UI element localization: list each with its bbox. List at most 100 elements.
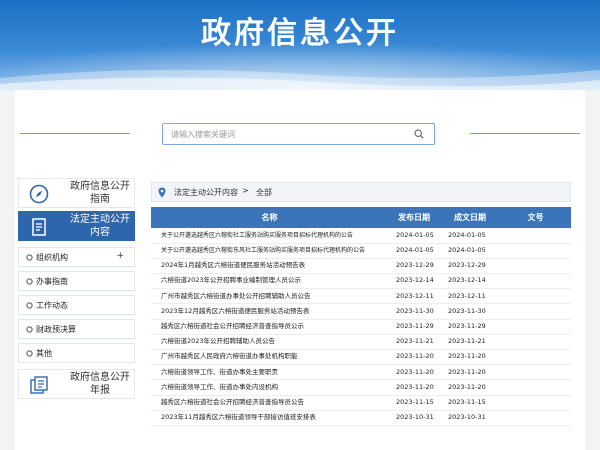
table-row[interactable]: 六榕街道2023年公开招聘辅助人员公告 2023-11-21 2023-11-21: [151, 334, 571, 351]
published-date: 2023-11-29: [388, 319, 440, 335]
search-icon[interactable]: [414, 129, 424, 139]
doc-title-link[interactable]: 越秀区六榕街道社会公开招聘经济普查指导员公告: [151, 395, 388, 411]
table-row[interactable]: 六榕街道领导工作、街道办事处内设机构 2023-11-20 2023-11-20: [151, 379, 571, 396]
submenu-item-other[interactable]: 其他: [18, 343, 135, 363]
breadcrumb-current: 全部: [256, 188, 272, 197]
published-date: 2023-12-29: [388, 258, 440, 275]
table-row[interactable]: 越秀区六榕街道社会公开招聘经济普查指导员公告 2023-11-15 2023-11-…: [151, 395, 571, 411]
doc-number: [500, 410, 571, 426]
submenu-item-label: 组织机构: [36, 253, 68, 262]
published-date: 2023-11-20: [388, 379, 440, 396]
doc-title-link[interactable]: 六榕街道2023年公开招聘事业编制管理人员公示: [151, 273, 388, 290]
sidebar-item-annual-report[interactable]: 政府信息公开年报: [18, 369, 135, 399]
doc-title-link[interactable]: 2023年12月越秀区六榕街道便民服务站活动预告表: [151, 303, 388, 320]
search-input[interactable]: [163, 124, 403, 144]
bullet-icon: [26, 350, 33, 357]
breadcrumb: 法定主动公开内容 > 全部: [151, 182, 571, 202]
sidebar-item-label: 政府信息公开年报: [70, 372, 130, 396]
page-title: 政府信息公开: [201, 16, 399, 51]
expand-icon[interactable]: +: [116, 251, 124, 261]
document-table: 名称 发布日期 成文日期 文号 关于公开遴选越秀区六榕街社工服务站购买服务项目招…: [151, 207, 571, 426]
doc-title-link[interactable]: 六榕街道2023年公开招聘辅助人员公告: [151, 334, 388, 351]
written-date: 2023-12-29: [440, 258, 500, 275]
doc-title-link[interactable]: 广州市越秀区人民政府六榕街道办事处机构职能: [151, 349, 388, 366]
table-row[interactable]: 广州市越秀区人民政府六榕街道办事处机构职能 2023-11-20 2023-11-2…: [151, 349, 571, 366]
main-content: 法定主动公开内容 > 全部 名称 发布日期 成文日期 文号 关于公开遴选越秀区六…: [151, 182, 571, 426]
written-date: 2023-11-30: [440, 303, 500, 320]
column-header-written: 成文日期: [440, 207, 500, 228]
written-date: 2024-01-05: [440, 243, 500, 259]
doc-number: [500, 395, 571, 411]
doc-title-link[interactable]: 越秀区六榕街道社会公开招聘经济普查指导员公示: [151, 319, 388, 335]
submenu-item-budget[interactable]: 财政预决算: [18, 319, 135, 339]
published-date: 2023-11-21: [388, 334, 440, 351]
doc-number: [500, 349, 571, 366]
location-pin-icon: [158, 187, 166, 198]
submenu-item-work-news[interactable]: 工作动态: [18, 295, 135, 315]
doc-title-link[interactable]: 六榕街道领导工作、街道办事处内设机构: [151, 379, 388, 396]
written-date: 2024-01-05: [440, 228, 500, 244]
published-date: 2023-11-15: [388, 395, 440, 411]
doc-number: [500, 379, 571, 396]
bullet-icon: [26, 326, 33, 333]
submenu-item-organization[interactable]: 组织机构 +: [18, 247, 135, 267]
table-row[interactable]: 关于公开遴选越秀区六榕街社工服务站购买服务项目招标代理机构的公告 2024-01-…: [151, 228, 571, 244]
table-row[interactable]: 2023年12月越秀区六榕街道便民服务站活动预告表 2023-11-30 2023-…: [151, 303, 571, 320]
submenu-item-label: 其他: [36, 349, 52, 358]
published-date: 2023-11-20: [388, 364, 440, 381]
banner: 政府信息公开: [0, 0, 600, 90]
sidebar: 政府信息公开指南 法定主动公开内容 组织机构 + 办事指南 工作动态 财政预决算: [18, 178, 135, 399]
search-box: [162, 123, 435, 145]
published-date: 2023-10-31: [388, 410, 440, 426]
doc-number: [500, 319, 571, 335]
doc-title-link[interactable]: 广州市越秀区六榕街道办事处公开招聘辅助人员公告: [151, 288, 388, 305]
document-icon: [32, 218, 46, 236]
published-date: 2024-01-05: [388, 228, 440, 244]
table-row[interactable]: 六榕街道领导工作、街道办事处主要职责 2023-11-20 2023-11-20: [151, 364, 571, 381]
sidebar-item-label: 政府信息公开指南: [70, 181, 130, 205]
doc-title-link[interactable]: 关于公开遴选越秀区六榕街东风社工服务站购买服务项目招标代理机构的公告: [151, 243, 388, 259]
doc-number: [500, 303, 571, 320]
table-row[interactable]: 2023年11月越秀区六榕街道领导干部接访值班安排表 2023-10-31 2023…: [151, 410, 571, 426]
written-date: 2023-12-14: [440, 273, 500, 290]
doc-title-link[interactable]: 2024年1月越秀区六榕街道便民服务站活动预告表: [151, 258, 388, 275]
divider-left: [20, 133, 130, 134]
sidebar-item-label: 法定主动公开内容: [70, 214, 130, 238]
doc-title-link[interactable]: 2023年11月越秀区六榕街道领导干部接访值班安排表: [151, 410, 388, 426]
published-date: 2023-12-14: [388, 273, 440, 290]
breadcrumb-separator: >: [242, 186, 249, 195]
written-date: 2023-11-21: [440, 334, 500, 351]
table-row[interactable]: 六榕街道2023年公开招聘事业编制管理人员公示 2023-12-14 2023-12…: [151, 273, 571, 290]
sidebar-item-content[interactable]: 法定主动公开内容: [18, 211, 135, 241]
table-row[interactable]: 2024年1月越秀区六榕街道便民服务站活动预告表 2023-12-29 2023-1…: [151, 258, 571, 275]
written-date: 2023-11-20: [440, 349, 500, 366]
banner-wave-decoration: [0, 69, 600, 90]
compass-icon: [29, 184, 49, 204]
table-row[interactable]: 越秀区六榕街道社会公开招聘经济普查指导员公示 2023-11-29 2023-11-…: [151, 319, 571, 335]
bullet-icon: [26, 302, 33, 309]
submenu-item-service-guide[interactable]: 办事指南: [18, 271, 135, 291]
column-header-published: 发布日期: [388, 207, 440, 228]
table-row[interactable]: 广州市越秀区六榕街道办事处公开招聘辅助人员公告 2023-12-11 2023-12…: [151, 288, 571, 305]
breadcrumb-link[interactable]: 法定主动公开内容: [174, 187, 238, 198]
written-date: 2023-11-15: [440, 395, 500, 411]
written-date: 2023-11-20: [440, 379, 500, 396]
published-date: 2023-12-11: [388, 288, 440, 305]
doc-title-link[interactable]: 关于公开遴选越秀区六榕街社工服务站购买服务项目招标代理机构的公告: [151, 228, 388, 244]
doc-number: [500, 243, 571, 259]
published-date: 2023-11-20: [388, 349, 440, 366]
published-date: 2024-01-05: [388, 243, 440, 259]
doc-number: [500, 334, 571, 351]
doc-number: [500, 288, 571, 305]
doc-title-link[interactable]: 六榕街道领导工作、街道办事处主要职责: [151, 364, 388, 381]
doc-number: [500, 228, 571, 244]
sidebar-item-guide[interactable]: 政府信息公开指南: [18, 178, 135, 208]
doc-number: [500, 273, 571, 290]
table-row[interactable]: 关于公开遴选越秀区六榕街东风社工服务站购买服务项目招标代理机构的公告 2024-0…: [151, 243, 571, 259]
submenu-item-label: 办事指南: [36, 277, 68, 286]
submenu-item-label: 工作动态: [36, 301, 68, 310]
sidebar-submenu: 组织机构 + 办事指南 工作动态 财政预决算 其他: [18, 247, 135, 363]
written-date: 2023-11-20: [440, 364, 500, 381]
bullet-icon: [26, 254, 33, 261]
written-date: 2023-11-29: [440, 319, 500, 335]
